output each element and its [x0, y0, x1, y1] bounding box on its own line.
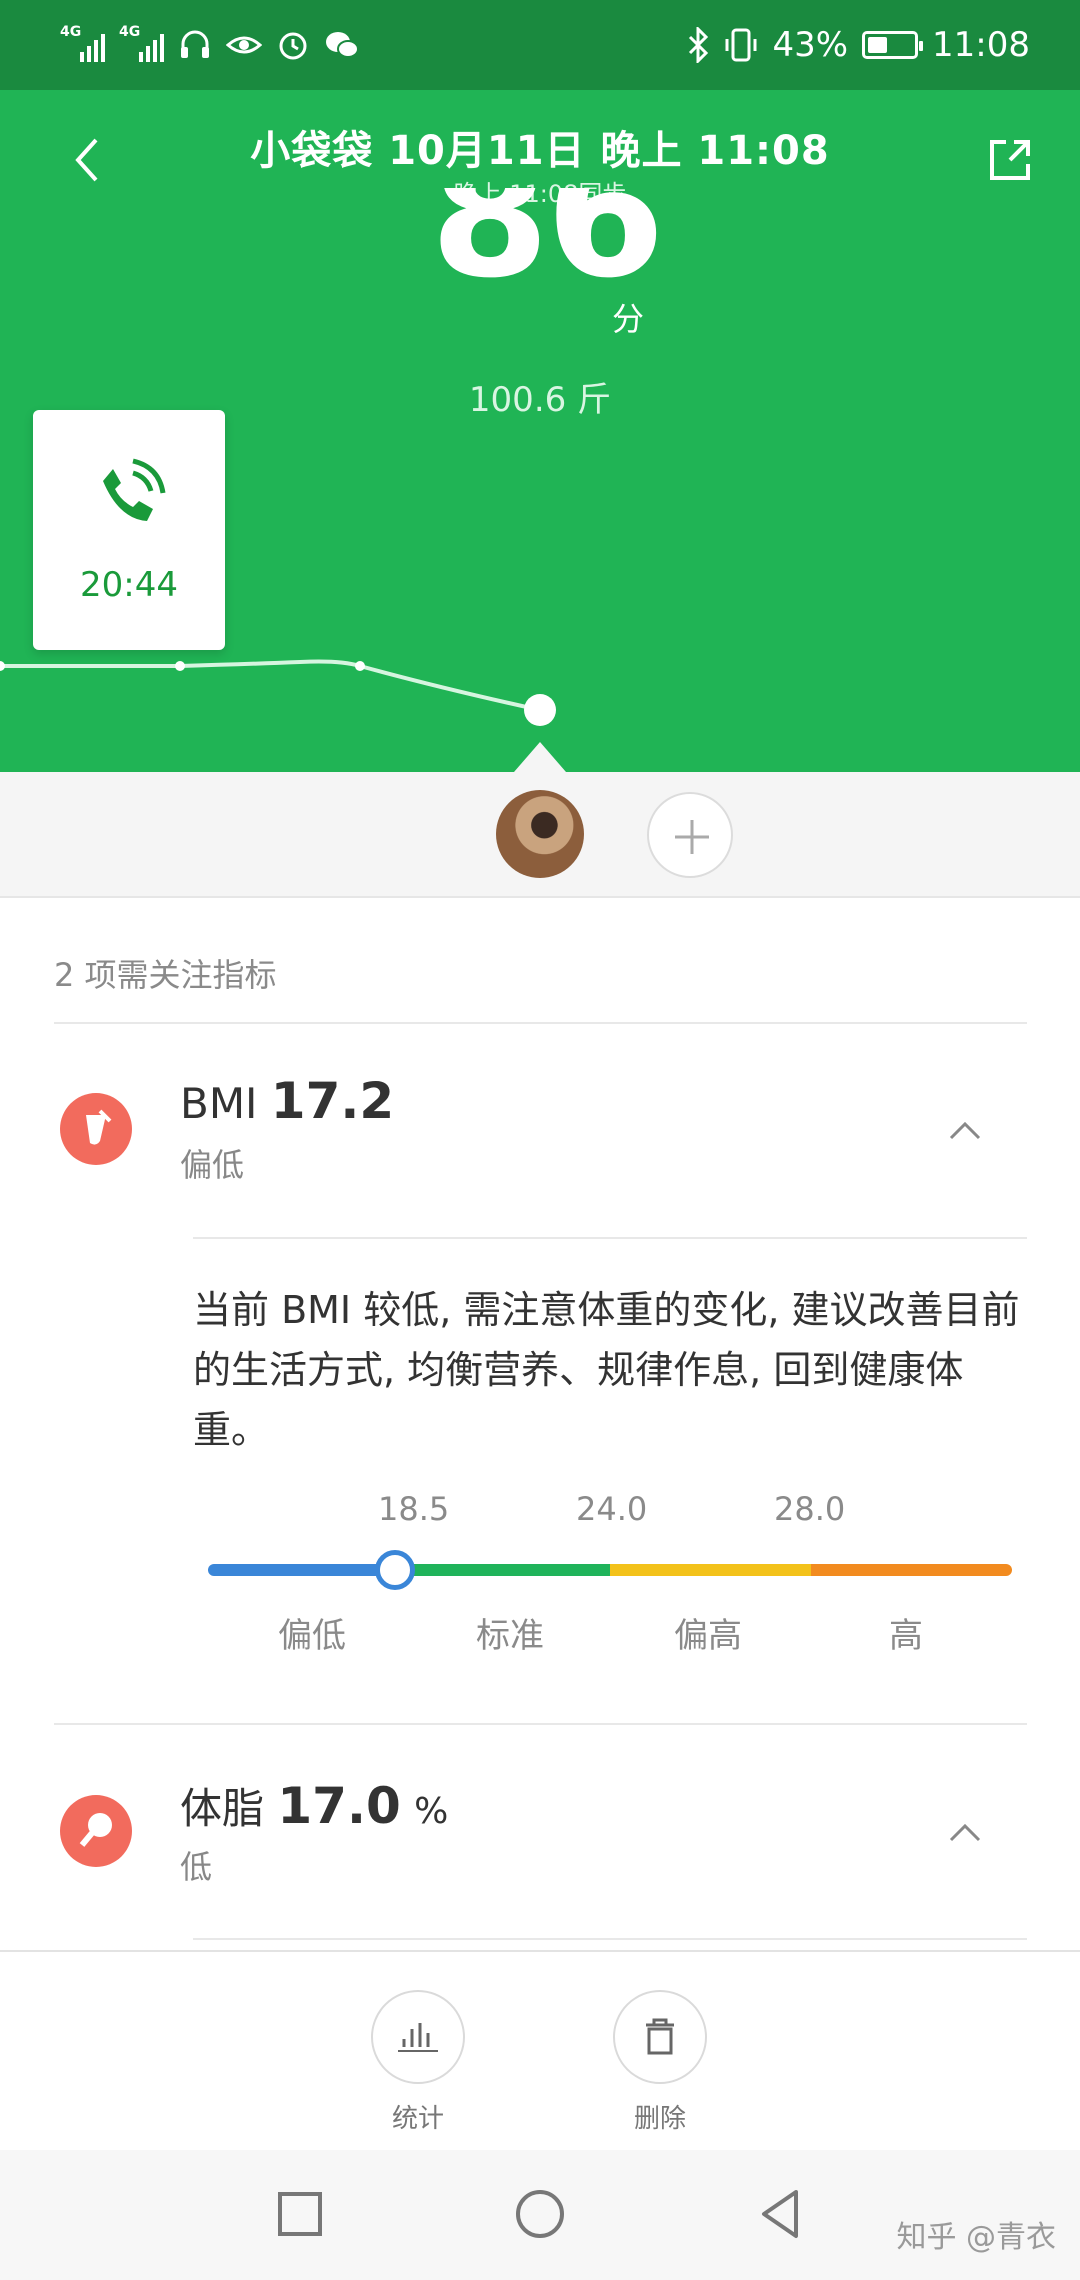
bmi-label[interactable]: BMI 17.2: [180, 1072, 394, 1130]
home-button[interactable]: [510, 2184, 570, 2244]
scale-segment-normal: [409, 1564, 610, 1576]
health-score-value: 86: [430, 188, 662, 316]
body-fat-icon: [60, 1795, 132, 1867]
bar-chart-icon: [398, 2023, 438, 2052]
bmi-name: BMI: [180, 1079, 258, 1128]
bmi-value: 17.2: [270, 1072, 395, 1130]
body-fat-name: 体脂: [180, 1784, 265, 1833]
battery-level: [868, 37, 887, 53]
stats-button[interactable]: 统计: [368, 1990, 468, 2135]
signal-icon-1: 4G: [60, 24, 105, 62]
recent-apps-button[interactable]: [270, 2184, 330, 2244]
call-overlay[interactable]: 20:44: [33, 410, 225, 650]
scale-label-low: 偏低: [278, 1616, 346, 1656]
bmi-scale-bar: [208, 1564, 1012, 1576]
collapse-chevron-icon[interactable]: [945, 1818, 985, 1848]
body-fat-value: 17.0: [277, 1777, 401, 1835]
user-switcher: [0, 772, 1080, 898]
phone-call-icon: [103, 458, 166, 521]
bmi-indicator-knob: [375, 1550, 415, 1590]
scale-tick-3: 28.0: [774, 1490, 846, 1528]
score-unit: 分: [612, 300, 645, 338]
selection-pointer: [514, 742, 566, 772]
scale-label-normal: 标准: [476, 1616, 544, 1656]
back-nav-button[interactable]: [750, 2184, 810, 2244]
status-right: 43% 11:08: [686, 25, 1030, 65]
plus-icon: [675, 820, 709, 854]
bmi-status: 偏低: [180, 1146, 245, 1184]
divider: [54, 1723, 1027, 1725]
page-title: 小袋袋 10月11日 晚上 11:08: [250, 128, 830, 174]
battery-icon: [862, 31, 924, 59]
status-time: 11:08: [932, 25, 1030, 65]
headset-icon: [181, 30, 209, 58]
body-fat-label[interactable]: 体脂 17.0 %: [180, 1775, 448, 1836]
network-type-2: 4G: [119, 24, 141, 40]
battery-percent: 43%: [772, 25, 849, 65]
stats-icon-circle: [371, 1990, 465, 2084]
delete-label: 删除: [633, 2104, 686, 2134]
wechat-icon: [326, 32, 359, 58]
bottom-action-bar: 统计 删除: [0, 1950, 1080, 2150]
bmi-icon: [60, 1093, 132, 1165]
scale-segment-high: [610, 1564, 811, 1576]
record-header: 小袋袋 10月11日 晚上 11:08 晚上 11:08同步 86 分 100.…: [0, 90, 1080, 772]
delete-icon-circle: [613, 1990, 707, 2084]
user-avatar[interactable]: [496, 790, 584, 878]
app-root: 4G 4G 43% 11:08 小袋袋 10月11日 晚上 11:08 晚上 1…: [0, 0, 1080, 2280]
scale-label-very-high: 高: [889, 1616, 923, 1656]
scale-label-high: 偏高: [674, 1616, 742, 1656]
bmi-description: 当前 BMI 较低, 需注意体重的变化, 建议改善目前的生活方式, 均衡营养、规…: [193, 1288, 1020, 1452]
signal-icon-2: 4G: [119, 24, 164, 62]
trash-icon: [646, 2018, 674, 2055]
alarm-icon: [279, 32, 307, 60]
trend-point-selected[interactable]: [524, 694, 556, 726]
delete-button[interactable]: 删除: [610, 1990, 710, 2135]
body-fat-unit: %: [414, 1791, 449, 1832]
bluetooth-icon: [689, 27, 709, 63]
share-button[interactable]: [980, 130, 1040, 190]
trend-point[interactable]: [175, 661, 185, 671]
divider: [54, 1022, 1027, 1024]
system-nav-bar: 知乎 @青衣: [0, 2150, 1080, 2280]
scale-tick-2: 24.0: [576, 1490, 648, 1528]
trend-point[interactable]: [355, 661, 365, 671]
watermark: 知乎 @青衣: [896, 2220, 1056, 2255]
scale-tick-1: 18.5: [378, 1490, 450, 1528]
network-type-1: 4G: [60, 24, 82, 40]
add-user-button[interactable]: [647, 792, 733, 878]
stats-label: 统计: [391, 2104, 444, 2134]
status-left: 4G 4G: [60, 24, 360, 62]
vibrate-icon: [725, 28, 757, 62]
body-fat-status: 低: [180, 1848, 213, 1886]
attention-title: 2 项需关注指标: [54, 956, 277, 994]
divider: [193, 1938, 1027, 1940]
call-duration: 20:44: [80, 565, 178, 605]
status-bar: 4G 4G 43% 11:08: [0, 0, 1080, 90]
eye-icon: [226, 36, 262, 54]
divider: [193, 1237, 1027, 1239]
trend-point[interactable]: [0, 661, 5, 671]
scale-segment-very-high: [811, 1564, 1012, 1576]
collapse-chevron-icon[interactable]: [945, 1116, 985, 1146]
